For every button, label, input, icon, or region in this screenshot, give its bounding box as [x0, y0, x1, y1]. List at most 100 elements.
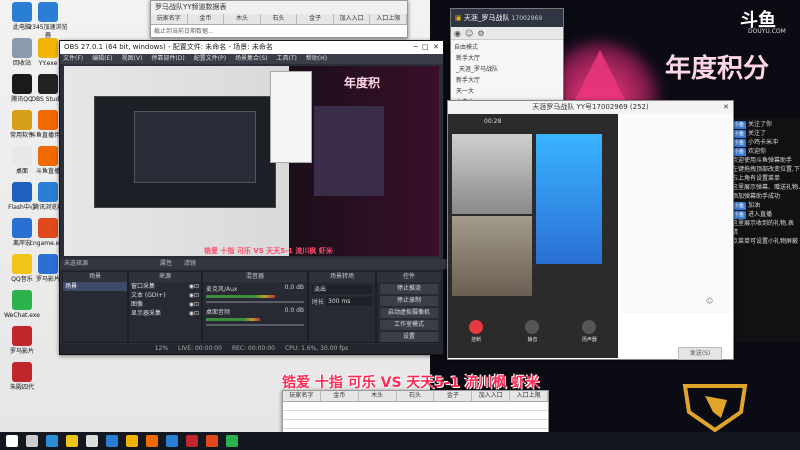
- mute-icon[interactable]: [525, 320, 540, 334]
- desktop-icon-label: YY.exe: [38, 60, 58, 67]
- source-item[interactable]: 显示器采集 ◉⊡: [129, 309, 201, 318]
- channel-list-item[interactable]: _天涯_罗马战队: [451, 64, 563, 75]
- chat-text: 点菜单可设置小礼物屏蔽: [732, 238, 799, 245]
- chat-message: 这里展示收到的礼物,表: [732, 219, 800, 228]
- user-icon[interactable]: ☺: [465, 29, 473, 38]
- no-source-label: 未选择源: [64, 260, 89, 267]
- desktop-icon-label: WeChat.exe: [4, 312, 40, 319]
- obs-titlebar[interactable]: OBS 27.0.1 (64 bit, windows) - 配置文件: 未命名…: [60, 41, 443, 54]
- bottom-spreadsheet-window: 玩家名字 金币 木头 石头 金子 加入入口 入口上限: [282, 390, 549, 434]
- emoji-icon[interactable]: ☺: [706, 297, 713, 305]
- desktop-icon[interactable]: 朱殿四代: [0, 362, 44, 398]
- lock-icon[interactable]: ⊡: [194, 292, 199, 299]
- menu-item[interactable]: 工具(T): [277, 54, 297, 64]
- maximize-icon[interactable]: □: [422, 43, 429, 51]
- wechat-icon[interactable]: [226, 435, 238, 447]
- settings-icon[interactable]: ⚙: [477, 29, 484, 38]
- obs-status-bar: 12% LIVE: 00:00:00 REC: 00:00:00 CPU: 1.…: [60, 344, 443, 354]
- lock-icon[interactable]: ⊡: [194, 310, 199, 317]
- desktop-icon[interactable]: 2345加速浏览器: [26, 2, 70, 39]
- desktop-icon[interactable]: 罗马影片: [0, 326, 44, 362]
- ie-icon[interactable]: [166, 435, 178, 447]
- edge-icon[interactable]: [46, 435, 58, 447]
- control-button[interactable]: 设置: [380, 332, 438, 342]
- search-icon[interactable]: [26, 435, 38, 447]
- obs-preview-canvas[interactable]: 年度积 锆爱 十指 可乐 VS 天天5-1 流川枫 虾米: [64, 66, 439, 256]
- yy-popup-titlebar[interactable]: 天涯罗马战队 YY号17002969 (252) ✕: [448, 101, 733, 114]
- desktop-icon-label: 罗马影片: [9, 348, 34, 355]
- chat-text: 这里展示收到的礼物,表: [732, 220, 794, 227]
- close-icon[interactable]: ✕: [433, 43, 439, 51]
- call-control[interactable]: 扬声器: [582, 320, 597, 343]
- properties-button[interactable]: 属性: [160, 260, 172, 267]
- column-header: 玩家名字: [283, 391, 321, 401]
- obs-window[interactable]: OBS 27.0.1 (64 bit, windows) - 配置文件: 未命名…: [59, 40, 447, 355]
- control-button[interactable]: 工作室模式: [380, 320, 438, 330]
- windows-start-icon[interactable]: [6, 435, 18, 447]
- yy-icon[interactable]: [126, 435, 138, 447]
- source-visibility-icons: ◉⊡: [189, 291, 199, 300]
- mixer-track: 桌面音频 0.0 dB: [203, 305, 307, 328]
- chat-overlay: 小鱼 关注了你 小鱼 关注了 小鱼 小鸡卡米冲 小鱼 欢迎你 欢迎使用斗鱼弹幕助手 左键拖…: [730, 118, 800, 342]
- column-header: 入口上限: [370, 14, 408, 24]
- menu-item[interactable]: 配置文件(P): [194, 54, 226, 64]
- channel-list-item[interactable]: 天一大: [451, 86, 563, 97]
- chat-message: 点菜单可设置小礼物屏蔽: [732, 237, 800, 246]
- douyu-icon[interactable]: [146, 435, 158, 447]
- column-header: 加入入口: [472, 391, 511, 401]
- lock-icon[interactable]: ⊡: [194, 301, 199, 308]
- channel-list-item[interactable]: 新手大厅: [451, 75, 563, 86]
- call-control-label: 挂断: [471, 337, 482, 343]
- close-icon[interactable]: ✕: [723, 101, 729, 114]
- mic-icon[interactable]: ◉: [454, 29, 461, 38]
- minimize-icon[interactable]: ─: [413, 43, 417, 51]
- file-explorer-icon[interactable]: [66, 435, 78, 447]
- transition-type-select[interactable]: 淡出: [312, 285, 372, 294]
- window-controls[interactable]: ─ □ ✕: [413, 41, 439, 54]
- control-button[interactable]: 停止录制: [380, 296, 438, 306]
- column-header: 入口上限: [510, 391, 549, 401]
- sources-panel: 来源 窗口采集 ◉⊡ 文本 (GDI+) ◉⊡ 图像 ◉⊡ 显示器采集 ◉⊡: [128, 271, 202, 343]
- video-call-screen[interactable]: 00:28 挂断 静音 扬声器: [448, 114, 618, 358]
- source-item[interactable]: 窗口采集 ◉⊡: [129, 282, 201, 291]
- menu-item[interactable]: 场景集合(S): [235, 54, 268, 64]
- filters-button[interactable]: 滤镜: [184, 260, 196, 267]
- control-button[interactable]: 停止推流: [380, 284, 438, 294]
- obs-icon[interactable]: [86, 435, 98, 447]
- source-item[interactable]: 文本 (GDI+) ◉⊡: [129, 291, 201, 300]
- chat-user-badge: 小鱼: [732, 148, 747, 156]
- hangup-icon[interactable]: [469, 320, 484, 334]
- channel-list-item[interactable]: 新手大厅: [451, 53, 563, 64]
- volume-slider[interactable]: [206, 301, 304, 303]
- media-icon[interactable]: [186, 435, 198, 447]
- source-item[interactable]: 图像 ◉⊡: [129, 300, 201, 309]
- call-control[interactable]: 静音: [525, 320, 540, 343]
- lock-icon[interactable]: ⊡: [194, 283, 199, 290]
- mixer-track: 麦克风/Aux 0.0 dB: [203, 282, 307, 305]
- menu-item[interactable]: 编辑(E): [92, 54, 112, 64]
- chat-message: 小鱼 进入直播: [732, 210, 800, 219]
- menu-item[interactable]: 文件(F): [63, 54, 83, 64]
- chat-text: 关注了你: [747, 121, 772, 128]
- menu-item[interactable]: 视图(V): [122, 54, 143, 64]
- volume-meter: [206, 295, 275, 298]
- duration-input[interactable]: 300 ms: [326, 297, 372, 306]
- menu-item[interactable]: 停靠部件(D): [151, 54, 184, 64]
- control-button[interactable]: 启动虚拟摄像机: [380, 308, 438, 318]
- call-control[interactable]: 挂断: [469, 320, 484, 343]
- yy-titlebar[interactable]: ▣ 天涯_罗马战队 17002969: [451, 9, 563, 27]
- browser-icon[interactable]: [106, 435, 118, 447]
- app-icon: [38, 74, 58, 94]
- live-icon[interactable]: [206, 435, 218, 447]
- yy-send-button[interactable]: 发送(S): [678, 347, 722, 360]
- yy-call-popup[interactable]: 天涯罗马战队 YY号17002969 (252) ✕ 00:28 挂断 静音 扬声器…: [447, 100, 734, 360]
- menu-item[interactable]: 帮助(H): [306, 54, 327, 64]
- chat-text: 左键拖拽顶部改变位置,下: [732, 166, 800, 173]
- scene-item[interactable]: 场景: [63, 282, 127, 291]
- chat-message: 左键拖拽顶部改变位置,下: [732, 165, 800, 174]
- sources-header: 来源: [129, 272, 201, 282]
- volume-slider[interactable]: [206, 324, 304, 326]
- speaker-icon[interactable]: [582, 320, 597, 334]
- video-feed-2: [452, 216, 532, 296]
- desktop-icon[interactable]: WeChat.exe: [0, 290, 44, 326]
